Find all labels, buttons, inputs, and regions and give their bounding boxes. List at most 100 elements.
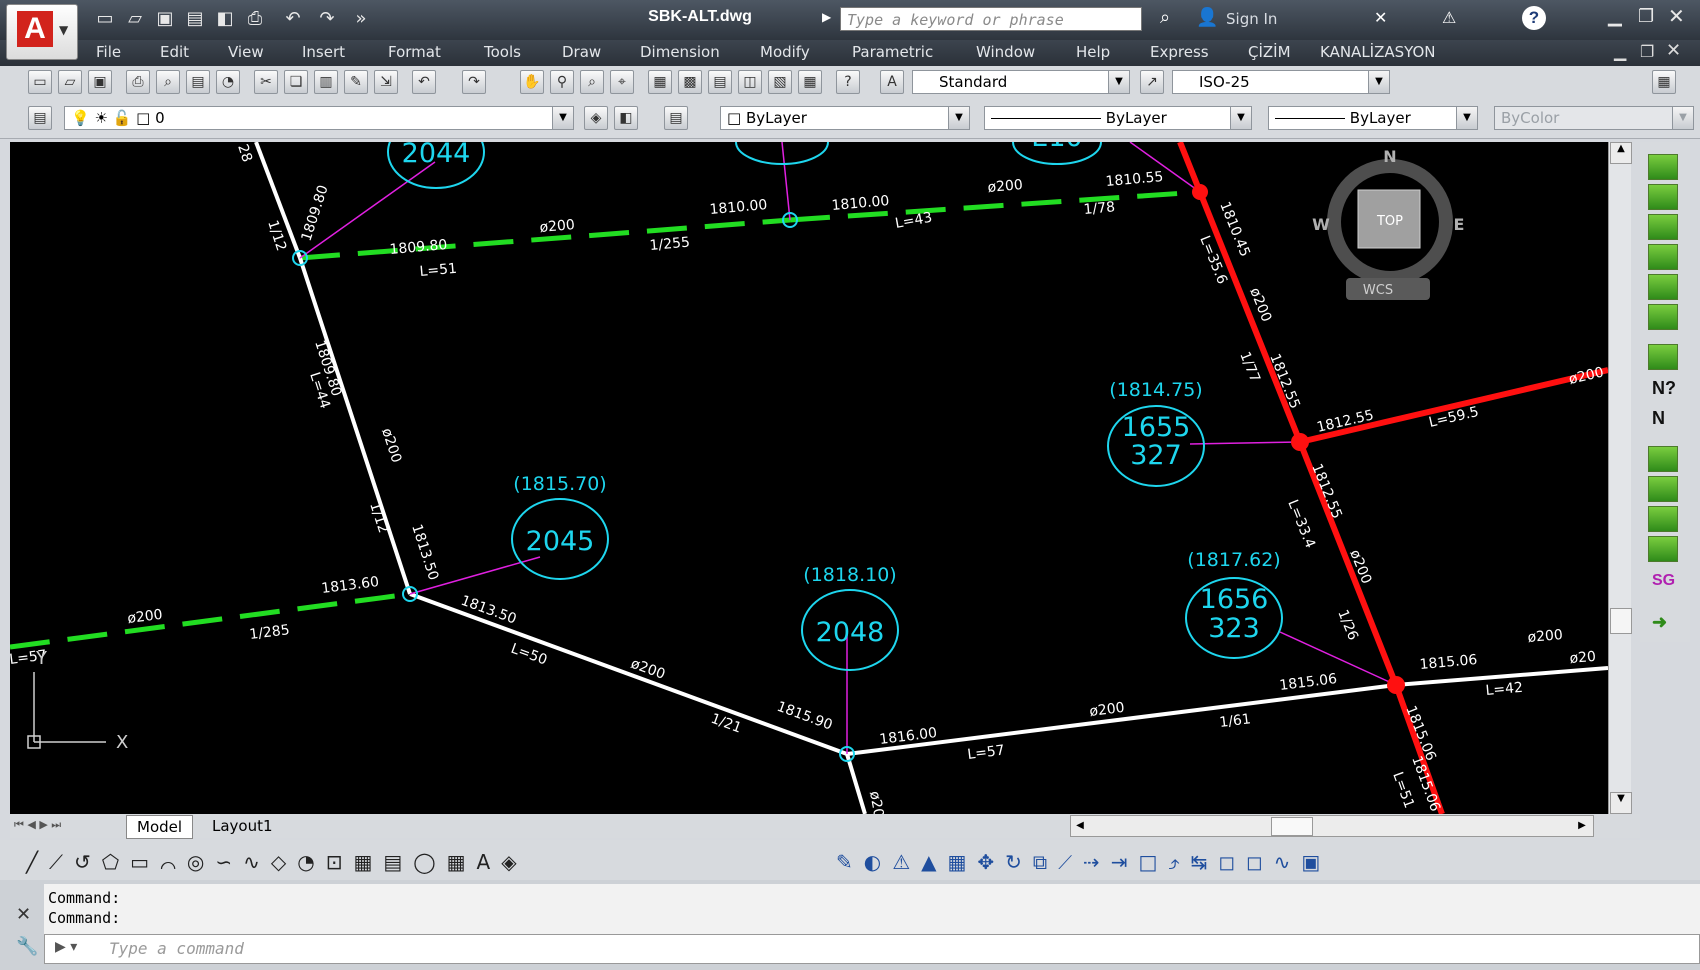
paste-icon[interactable]: ▥ [314,70,338,94]
tab-layout1[interactable]: Layout1 [202,815,283,837]
drawing-canvas[interactable]: 2044 2045 2048 1655 327 1656 323 E10 (18… [10,142,1608,814]
scroll-left-icon[interactable]: ◀ [1071,816,1089,836]
viewcube[interactable]: TOP N S E W WCS [1312,147,1464,300]
zoom-previous-icon[interactable]: ⌖ [610,70,634,94]
scroll-down-icon[interactable]: ▼ [1610,792,1632,814]
pipe-draw-icon[interactable] [1648,244,1678,270]
lineweight-select[interactable]: ByLayer ▼ [1268,106,1478,130]
menu-edit[interactable]: Edit [160,43,189,61]
tool-palettes-icon[interactable]: ▤ [708,70,732,94]
linetype-select[interactable]: ByLayer ▼ [984,106,1252,130]
arrow-next-icon[interactable]: ➜ [1652,612,1667,633]
pipe-cross-icon[interactable] [1648,304,1678,330]
exchange-icon[interactable]: ✕ [1374,8,1387,27]
zoom-realtime-icon[interactable]: ⚲ [550,70,574,94]
menu-kanalizasyon[interactable]: KANALİZASYON [1320,43,1436,61]
draw-tools-icon[interactable]: ╱⟋↺⬠▭⌒◎∽∿◇◔⊡▦▤◯▦A◈ [26,850,528,874]
menu-parametric[interactable]: Parametric [852,43,933,61]
tab-model[interactable]: Model [126,815,194,839]
doc-minimize-icon[interactable]: ▁ [1614,42,1626,61]
manhole-connect-icon[interactable] [1648,214,1678,240]
profile-icon[interactable] [1648,446,1678,472]
table-style-icon[interactable]: ▦ [1652,70,1676,94]
hscroll-thumb[interactable] [1271,817,1313,836]
layer-properties-icon[interactable]: ▤ [28,106,52,130]
minimize-icon[interactable]: ▁ [1608,6,1622,27]
menu-express[interactable]: Express [1150,43,1209,61]
a360-icon[interactable]: ⚠ [1442,8,1456,27]
vertical-scrollbar[interactable]: ▲ ▼ [1608,142,1632,814]
menu-file[interactable]: File [96,43,121,61]
publish-icon[interactable]: ◧ [214,8,236,30]
open-icon[interactable]: ▱ [124,8,146,30]
menu-window[interactable]: Window [976,43,1035,61]
plot-preview-icon[interactable]: ⌕ [156,70,180,94]
profile-export-icon[interactable] [1648,536,1678,562]
markup-icon[interactable]: ▧ [768,70,792,94]
layer-select[interactable]: 💡 ☀ 🔓 □ 0 ▼ [64,106,574,130]
3d-print-icon[interactable]: ◔ [216,70,240,94]
menu-modify[interactable]: Modify [760,43,810,61]
help-icon[interactable]: ? [1522,6,1546,30]
save-as-icon[interactable]: ▤ [184,8,206,30]
redo-tool-icon[interactable]: ↷ [462,70,486,94]
number-query-icon[interactable]: N? [1652,378,1676,399]
restore-icon[interactable]: ❐ [1638,6,1654,27]
pan-icon[interactable]: ✋ [520,70,544,94]
plot-style-select[interactable]: ByColor ▼ [1494,106,1694,130]
block-editor-icon[interactable]: ⇲ [374,70,398,94]
menu-tools[interactable]: Tools [484,43,521,61]
profile-edit-icon[interactable] [1648,476,1678,502]
menu-format[interactable]: Format [388,43,441,61]
menu-dimension[interactable]: Dimension [640,43,720,61]
match-properties-icon[interactable]: ✎ [344,70,368,94]
more-icon[interactable]: » [350,8,372,30]
properties-icon[interactable]: ▦ [648,70,672,94]
pipe-link-icon[interactable] [1648,344,1678,370]
sg-tool-icon[interactable]: SG [1652,572,1675,590]
quickcalc-icon[interactable]: ▦ [798,70,822,94]
drawing-svg[interactable]: 2044 2045 2048 1655 327 1656 323 E10 (18… [10,142,1608,814]
undo-icon[interactable]: ↶ [282,8,304,30]
scroll-up-icon[interactable]: ▲ [1610,142,1632,164]
dim-style-icon[interactable]: ↗ [1140,70,1164,94]
open-file-icon[interactable]: ▱ [58,70,82,94]
sign-in-link[interactable]: Sign In [1226,10,1277,28]
scroll-right-icon[interactable]: ▶ [1573,816,1591,836]
design-center-icon[interactable]: ▩ [678,70,702,94]
menu-view[interactable]: View [228,43,264,61]
scroll-thumb[interactable] [1610,608,1632,634]
profile-update-icon[interactable] [1648,506,1678,532]
search-input[interactable]: Type a keyword or phrase [840,7,1142,31]
doc-restore-icon[interactable]: ❐ [1640,42,1654,61]
modify-tools-icon[interactable]: ✎◐⚠▲▦✥↻⧉⟋⇢⇥□⤴↹◻◻∿▣ [836,850,1331,874]
info-center-arrow-icon[interactable]: ▶ [822,10,831,24]
redo-icon[interactable]: ↷ [316,8,338,30]
make-current-icon[interactable]: ◈ [584,106,608,130]
command-input[interactable]: ▶ ▾ Type a command [44,934,1700,964]
print-icon[interactable]: ⎙ [126,70,150,94]
new-icon[interactable]: ▭ [94,8,116,30]
close-icon[interactable]: ✕ [1668,4,1685,28]
text-style-select[interactable]: Standard ▼ [912,70,1130,94]
horizontal-scrollbar[interactable]: ◀ ▶ [1070,815,1594,837]
menu-insert[interactable]: Insert [302,43,345,61]
copy-icon[interactable]: ❏ [284,70,308,94]
plot-icon[interactable]: ⎙ [244,8,266,30]
close-command-icon[interactable]: ✕ [16,904,31,925]
manhole-edit-icon[interactable] [1648,184,1678,210]
color-select[interactable]: □ ByLayer ▼ [720,106,970,130]
layer-previous-icon[interactable]: ◧ [614,106,638,130]
manhole-tool-icon[interactable] [1648,154,1678,180]
binoculars-icon[interactable]: ⌕ [1152,7,1178,33]
help-tool-icon[interactable]: ? [836,70,860,94]
pipe-slope-icon[interactable] [1648,274,1678,300]
number-icon[interactable]: N [1652,408,1665,429]
qnew-icon[interactable]: ▭ [28,70,52,94]
layer-states-icon[interactable]: ▤ [664,106,688,130]
text-style-icon[interactable]: A [880,70,904,94]
zoom-window-icon[interactable]: ⌕ [580,70,604,94]
save-file-icon[interactable]: ▣ [88,70,112,94]
application-menu-button[interactable]: A ▼ [6,4,78,60]
menu-help[interactable]: Help [1076,43,1110,61]
